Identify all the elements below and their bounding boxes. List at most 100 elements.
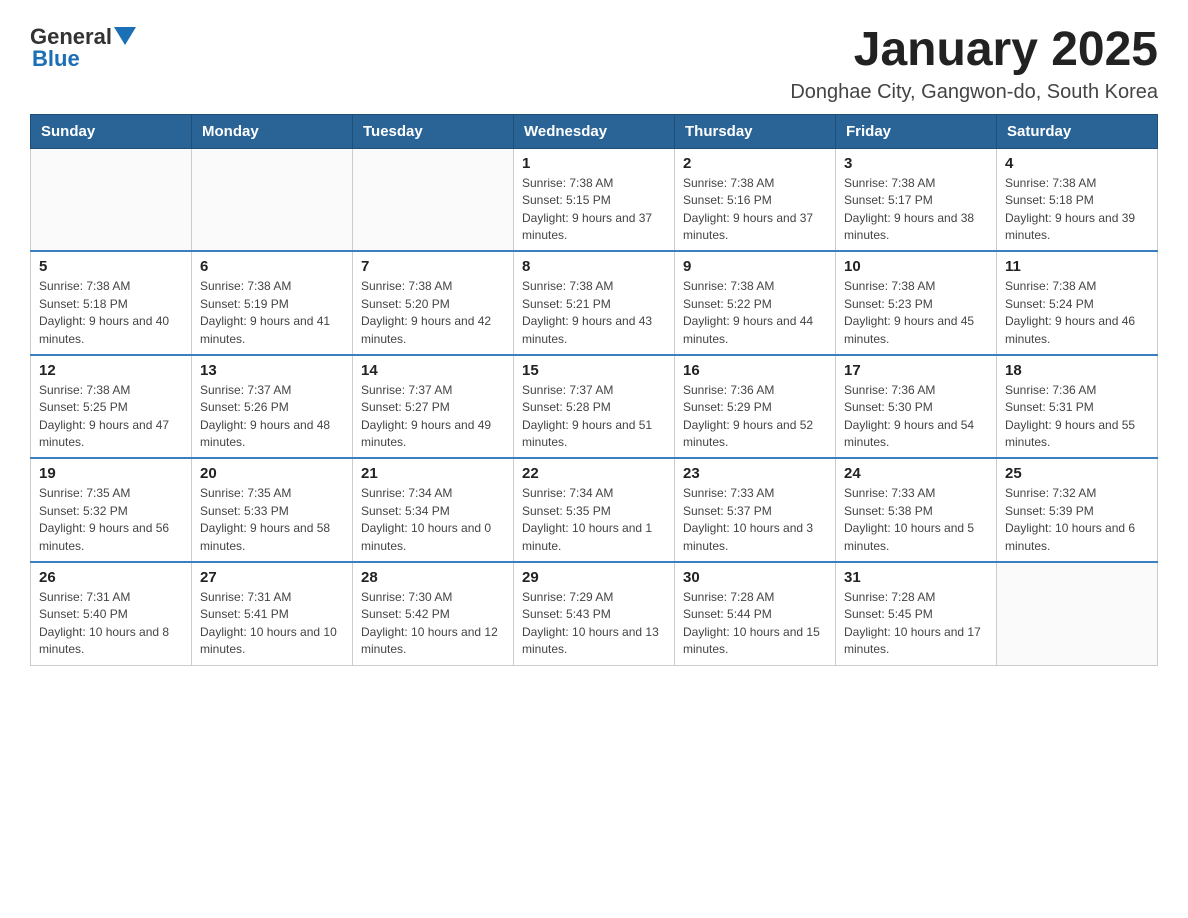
day-number: 18	[1005, 362, 1149, 379]
calendar-cell	[997, 562, 1158, 665]
day-number: 31	[844, 569, 988, 586]
day-info: Sunrise: 7:31 AMSunset: 5:40 PMDaylight:…	[39, 589, 183, 659]
calendar-cell: 31 Sunrise: 7:28 AMSunset: 5:45 PMDayligh…	[836, 562, 997, 665]
logo-triangle-icon	[114, 27, 136, 45]
day-info: Sunrise: 7:33 AMSunset: 5:37 PMDaylight:…	[683, 485, 827, 555]
day-info: Sunrise: 7:37 AMSunset: 5:27 PMDaylight:…	[361, 382, 505, 452]
calendar-cell: 10 Sunrise: 7:38 AMSunset: 5:23 PMDayligh…	[836, 251, 997, 355]
day-number: 25	[1005, 465, 1149, 482]
calendar-cell	[353, 148, 514, 251]
day-info: Sunrise: 7:32 AMSunset: 5:39 PMDaylight:…	[1005, 485, 1149, 555]
day-number: 17	[844, 362, 988, 379]
day-number: 27	[200, 569, 344, 586]
day-number: 9	[683, 258, 827, 275]
day-number: 26	[39, 569, 183, 586]
calendar-cell: 3 Sunrise: 7:38 AMSunset: 5:17 PMDaylight…	[836, 148, 997, 251]
calendar-cell: 23 Sunrise: 7:33 AMSunset: 5:37 PMDayligh…	[675, 458, 836, 562]
day-number: 22	[522, 465, 666, 482]
calendar-cell: 9 Sunrise: 7:38 AMSunset: 5:22 PMDaylight…	[675, 251, 836, 355]
calendar-cell: 1Sunrise: 7:38 AMSunset: 5:15 PMDaylight…	[514, 148, 675, 251]
calendar-cell: 6 Sunrise: 7:38 AMSunset: 5:19 PMDaylight…	[192, 251, 353, 355]
calendar-cell: 13Sunrise: 7:37 AMSunset: 5:26 PMDayligh…	[192, 355, 353, 459]
day-info: Sunrise: 7:37 AMSunset: 5:28 PMDaylight:…	[522, 382, 666, 452]
calendar-cell: 17 Sunrise: 7:36 AMSunset: 5:30 PMDayligh…	[836, 355, 997, 459]
day-info: Sunrise: 7:38 AMSunset: 5:15 PMDaylight:…	[522, 175, 666, 245]
day-number: 21	[361, 465, 505, 482]
day-number: 6	[200, 258, 344, 275]
day-number: 15	[522, 362, 666, 379]
day-info: Sunrise: 7:36 AMSunset: 5:29 PMDaylight:…	[683, 382, 827, 452]
day-number: 30	[683, 569, 827, 586]
day-number: 8	[522, 258, 666, 275]
day-info: Sunrise: 7:34 AMSunset: 5:35 PMDaylight:…	[522, 485, 666, 555]
day-number: 12	[39, 362, 183, 379]
day-info: Sunrise: 7:38 AMSunset: 5:17 PMDaylight:…	[844, 175, 988, 245]
day-info: Sunrise: 7:35 AMSunset: 5:32 PMDaylight:…	[39, 485, 183, 555]
day-number: 19	[39, 465, 183, 482]
day-number: 28	[361, 569, 505, 586]
calendar-cell: 21Sunrise: 7:34 AMSunset: 5:34 PMDayligh…	[353, 458, 514, 562]
calendar-cell: 26 Sunrise: 7:31 AMSunset: 5:40 PMDayligh…	[31, 562, 192, 665]
day-info: Sunrise: 7:38 AMSunset: 5:20 PMDaylight:…	[361, 278, 505, 348]
calendar-cell: 25 Sunrise: 7:32 AMSunset: 5:39 PMDayligh…	[997, 458, 1158, 562]
day-number: 3	[844, 155, 988, 172]
day-info: Sunrise: 7:38 AMSunset: 5:24 PMDaylight:…	[1005, 278, 1149, 348]
day-info: Sunrise: 7:28 AMSunset: 5:45 PMDaylight:…	[844, 589, 988, 659]
day-info: Sunrise: 7:38 AMSunset: 5:21 PMDaylight:…	[522, 278, 666, 348]
calendar-cell	[192, 148, 353, 251]
calendar-cell: 27 Sunrise: 7:31 AMSunset: 5:41 PMDayligh…	[192, 562, 353, 665]
day-info: Sunrise: 7:28 AMSunset: 5:44 PMDaylight:…	[683, 589, 827, 659]
day-number: 20	[200, 465, 344, 482]
page-header: General Blue January 2025 Donghae City, …	[30, 24, 1158, 104]
calendar-cell	[31, 148, 192, 251]
day-info: Sunrise: 7:29 AMSunset: 5:43 PMDaylight:…	[522, 589, 666, 659]
day-number: 5	[39, 258, 183, 275]
calendar-cell: 16 Sunrise: 7:36 AMSunset: 5:29 PMDayligh…	[675, 355, 836, 459]
day-info: Sunrise: 7:38 AMSunset: 5:23 PMDaylight:…	[844, 278, 988, 348]
calendar-cell: 7 Sunrise: 7:38 AMSunset: 5:20 PMDaylight…	[353, 251, 514, 355]
calendar-cell: 4 Sunrise: 7:38 AMSunset: 5:18 PMDaylight…	[997, 148, 1158, 251]
day-number: 7	[361, 258, 505, 275]
calendar-week-row: 5 Sunrise: 7:38 AMSunset: 5:18 PMDaylight…	[31, 251, 1158, 355]
day-of-week-header: Sunday	[31, 114, 192, 148]
day-info: Sunrise: 7:35 AMSunset: 5:33 PMDaylight:…	[200, 485, 344, 555]
title-block: January 2025 Donghae City, Gangwon-do, S…	[790, 24, 1158, 104]
day-number: 24	[844, 465, 988, 482]
day-of-week-header: Friday	[836, 114, 997, 148]
day-info: Sunrise: 7:38 AMSunset: 5:19 PMDaylight:…	[200, 278, 344, 348]
day-number: 23	[683, 465, 827, 482]
day-number: 2	[683, 155, 827, 172]
calendar-cell: 14 Sunrise: 7:37 AMSunset: 5:27 PMDayligh…	[353, 355, 514, 459]
logo-blue: Blue	[32, 46, 80, 72]
day-number: 11	[1005, 258, 1149, 275]
day-of-week-header: Wednesday	[514, 114, 675, 148]
calendar-cell: 5 Sunrise: 7:38 AMSunset: 5:18 PMDaylight…	[31, 251, 192, 355]
day-info: Sunrise: 7:38 AMSunset: 5:18 PMDaylight:…	[39, 278, 183, 348]
calendar-week-row: 19 Sunrise: 7:35 AMSunset: 5:32 PMDayligh…	[31, 458, 1158, 562]
day-number: 29	[522, 569, 666, 586]
day-number: 10	[844, 258, 988, 275]
location-title: Donghae City, Gangwon-do, South Korea	[790, 81, 1158, 104]
day-info: Sunrise: 7:38 AMSunset: 5:18 PMDaylight:…	[1005, 175, 1149, 245]
calendar-cell: 19 Sunrise: 7:35 AMSunset: 5:32 PMDayligh…	[31, 458, 192, 562]
calendar-cell: 11 Sunrise: 7:38 AMSunset: 5:24 PMDayligh…	[997, 251, 1158, 355]
calendar-week-row: 12 Sunrise: 7:38 AMSunset: 5:25 PMDayligh…	[31, 355, 1158, 459]
calendar-cell: 24Sunrise: 7:33 AMSunset: 5:38 PMDayligh…	[836, 458, 997, 562]
calendar-table: SundayMondayTuesdayWednesdayThursdayFrid…	[30, 114, 1158, 666]
month-title: January 2025	[790, 24, 1158, 77]
calendar-cell: 28Sunrise: 7:30 AMSunset: 5:42 PMDayligh…	[353, 562, 514, 665]
day-info: Sunrise: 7:38 AMSunset: 5:22 PMDaylight:…	[683, 278, 827, 348]
calendar-cell: 18Sunrise: 7:36 AMSunset: 5:31 PMDayligh…	[997, 355, 1158, 459]
calendar-cell: 15 Sunrise: 7:37 AMSunset: 5:28 PMDayligh…	[514, 355, 675, 459]
day-number: 4	[1005, 155, 1149, 172]
day-number: 16	[683, 362, 827, 379]
calendar-cell: 8 Sunrise: 7:38 AMSunset: 5:21 PMDaylight…	[514, 251, 675, 355]
calendar-week-row: 1Sunrise: 7:38 AMSunset: 5:15 PMDaylight…	[31, 148, 1158, 251]
day-info: Sunrise: 7:38 AMSunset: 5:25 PMDaylight:…	[39, 382, 183, 452]
day-number: 14	[361, 362, 505, 379]
logo: General Blue	[30, 24, 136, 72]
day-info: Sunrise: 7:36 AMSunset: 5:30 PMDaylight:…	[844, 382, 988, 452]
day-of-week-header: Tuesday	[353, 114, 514, 148]
calendar-cell: 20 Sunrise: 7:35 AMSunset: 5:33 PMDayligh…	[192, 458, 353, 562]
day-info: Sunrise: 7:31 AMSunset: 5:41 PMDaylight:…	[200, 589, 344, 659]
